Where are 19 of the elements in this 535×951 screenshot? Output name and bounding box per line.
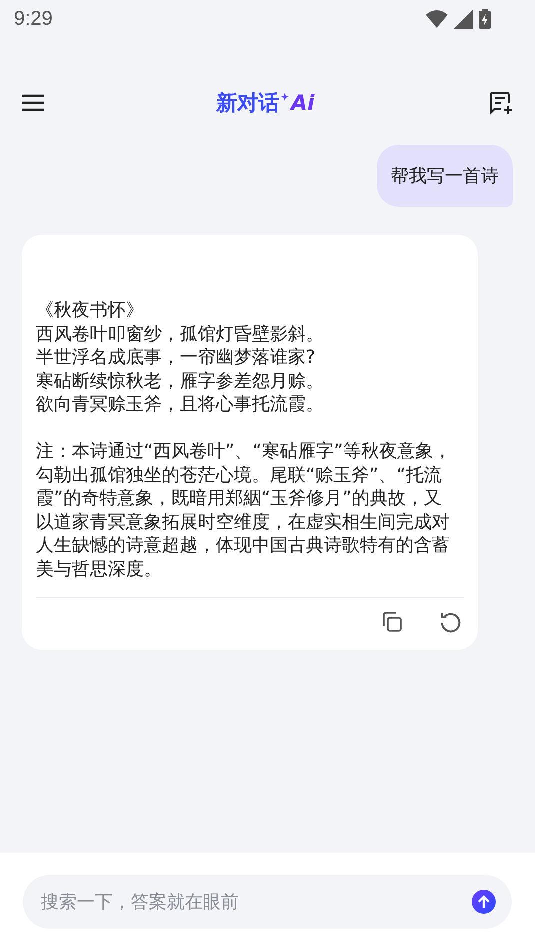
poem-line: 欲向青冥赊玉斧，且将心事托流霞。 [36, 393, 325, 416]
arrow-up-icon [477, 895, 491, 909]
status-time: 9:29 [14, 8, 53, 30]
user-message: 帮我写一首诗 [377, 145, 513, 207]
poem-line: 西风卷叶叩窗纱，孤馆灯昏壁影斜。 [36, 322, 325, 346]
signal-icon [454, 10, 473, 28]
wifi-icon [426, 10, 448, 28]
poem-line: 《秋夜书怀》 [36, 299, 145, 322]
search-bar[interactable]: 搜索一下，答案就在眼前 [23, 875, 512, 929]
sparkle-icon [281, 93, 290, 101]
menu-icon[interactable] [22, 94, 44, 112]
send-button[interactable] [472, 890, 496, 914]
note-paragraph: 注：本诗通过“西风卷叶”、“寒砧雁字”等秋夜意象，勾勒出孤馆独坐的苍茫心境。尾联“赊玉斧”、“托流霞”的奇特意象，既暗用郑絪“玉斧修月”的典故，又以道家青冥意象拓展时空维度，在虚实相生间完成对人生缺憾的诗意超越，体现中国古典诗歌特有的含蓄美与哲思深度。 [36, 440, 452, 581]
poem-line: 半世浮名成底事，一帘幽梦落谁家? [36, 346, 317, 370]
search-field[interactable]: 搜索一下，答案就在眼前 [39, 890, 472, 914]
chat-title: 新对话 [216, 90, 280, 117]
ai-logo: Ai [291, 91, 315, 115]
poem-line: 寒砧断续惊秋老，雁字参差怨月赊。 [36, 370, 325, 393]
battery-icon [479, 9, 491, 29]
